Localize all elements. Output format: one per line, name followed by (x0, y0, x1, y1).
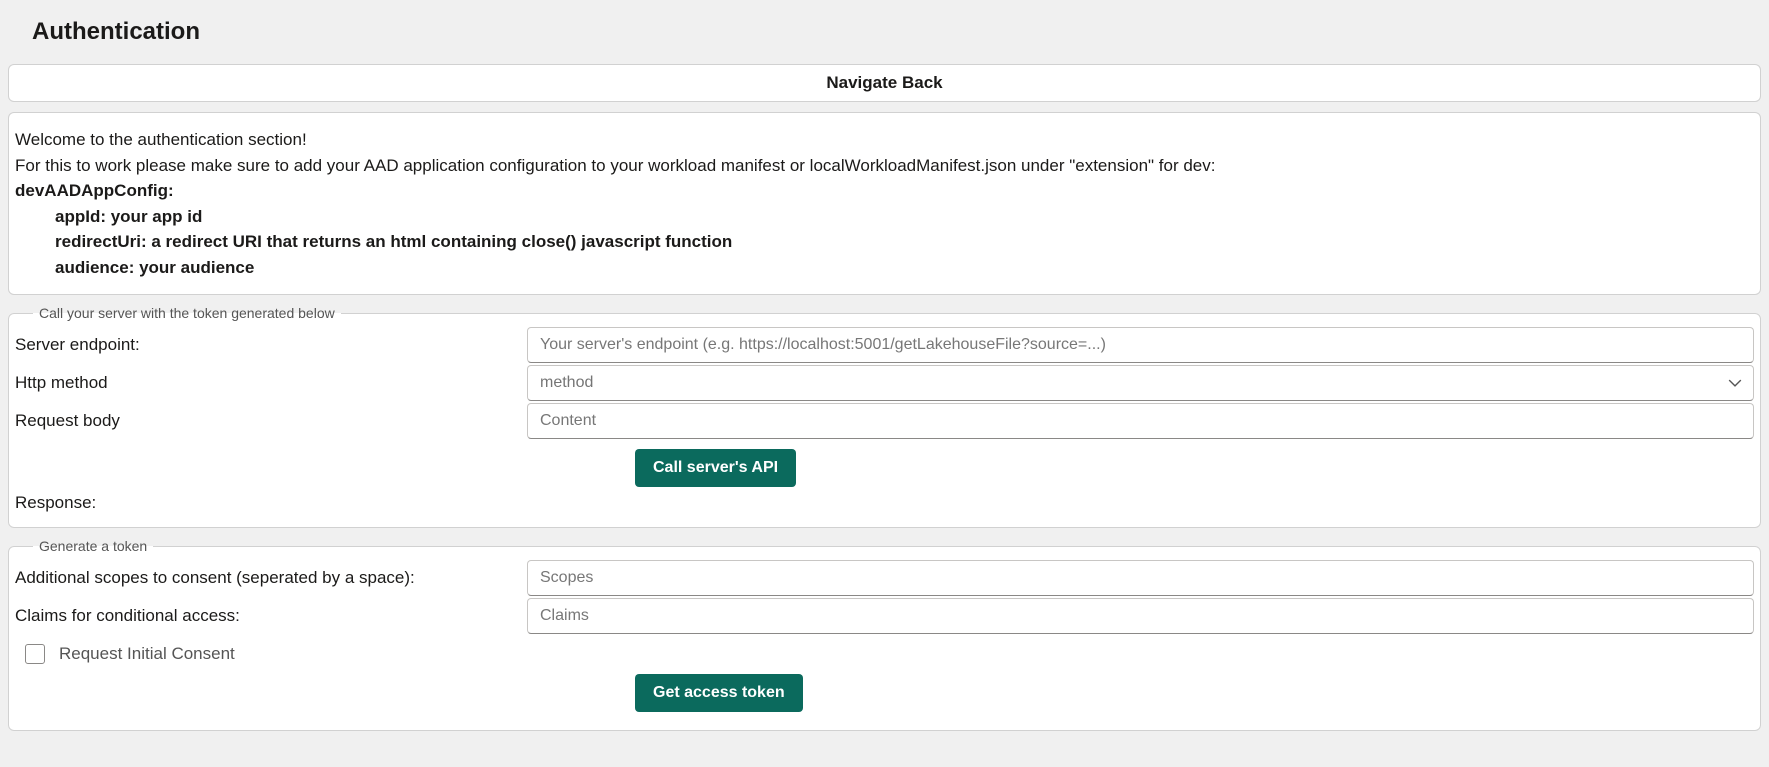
server-endpoint-label: Server endpoint: (15, 331, 527, 359)
server-endpoint-input[interactable] (527, 327, 1754, 363)
info-config-audience: audience: your audience (55, 255, 1754, 281)
get-access-token-button[interactable]: Get access token (635, 674, 803, 712)
info-panel: Welcome to the authentication section! F… (8, 112, 1761, 295)
generate-token-legend: Generate a token (33, 538, 153, 554)
response-label: Response: (15, 493, 1754, 513)
claims-label: Claims for conditional access: (15, 602, 527, 630)
page-title: Authentication (32, 18, 1761, 46)
navigate-back-button[interactable]: Navigate Back (8, 64, 1761, 102)
request-body-input[interactable] (527, 403, 1754, 439)
info-instruction-text: For this to work please make sure to add… (15, 153, 1754, 179)
scopes-input[interactable] (527, 560, 1754, 596)
info-config-appid: appId: your app id (55, 204, 1754, 230)
claims-input[interactable] (527, 598, 1754, 634)
info-config-header: devAADAppConfig: (15, 178, 1754, 204)
info-welcome-text: Welcome to the authentication section! (15, 127, 1754, 153)
call-server-legend: Call your server with the token generate… (33, 305, 341, 321)
scopes-label: Additional scopes to consent (seperated … (15, 564, 527, 592)
info-config-redirect: redirectUri: a redirect URI that returns… (55, 229, 1754, 255)
generate-token-panel: Generate a token Additional scopes to co… (8, 538, 1761, 731)
call-server-panel: Call your server with the token generate… (8, 305, 1761, 528)
http-method-label: Http method (15, 369, 527, 397)
request-body-label: Request body (15, 407, 527, 435)
http-method-select[interactable] (527, 365, 1754, 401)
request-initial-consent-checkbox[interactable] (25, 644, 45, 664)
call-server-api-button[interactable]: Call server's API (635, 449, 796, 487)
request-initial-consent-label: Request Initial Consent (59, 644, 235, 664)
